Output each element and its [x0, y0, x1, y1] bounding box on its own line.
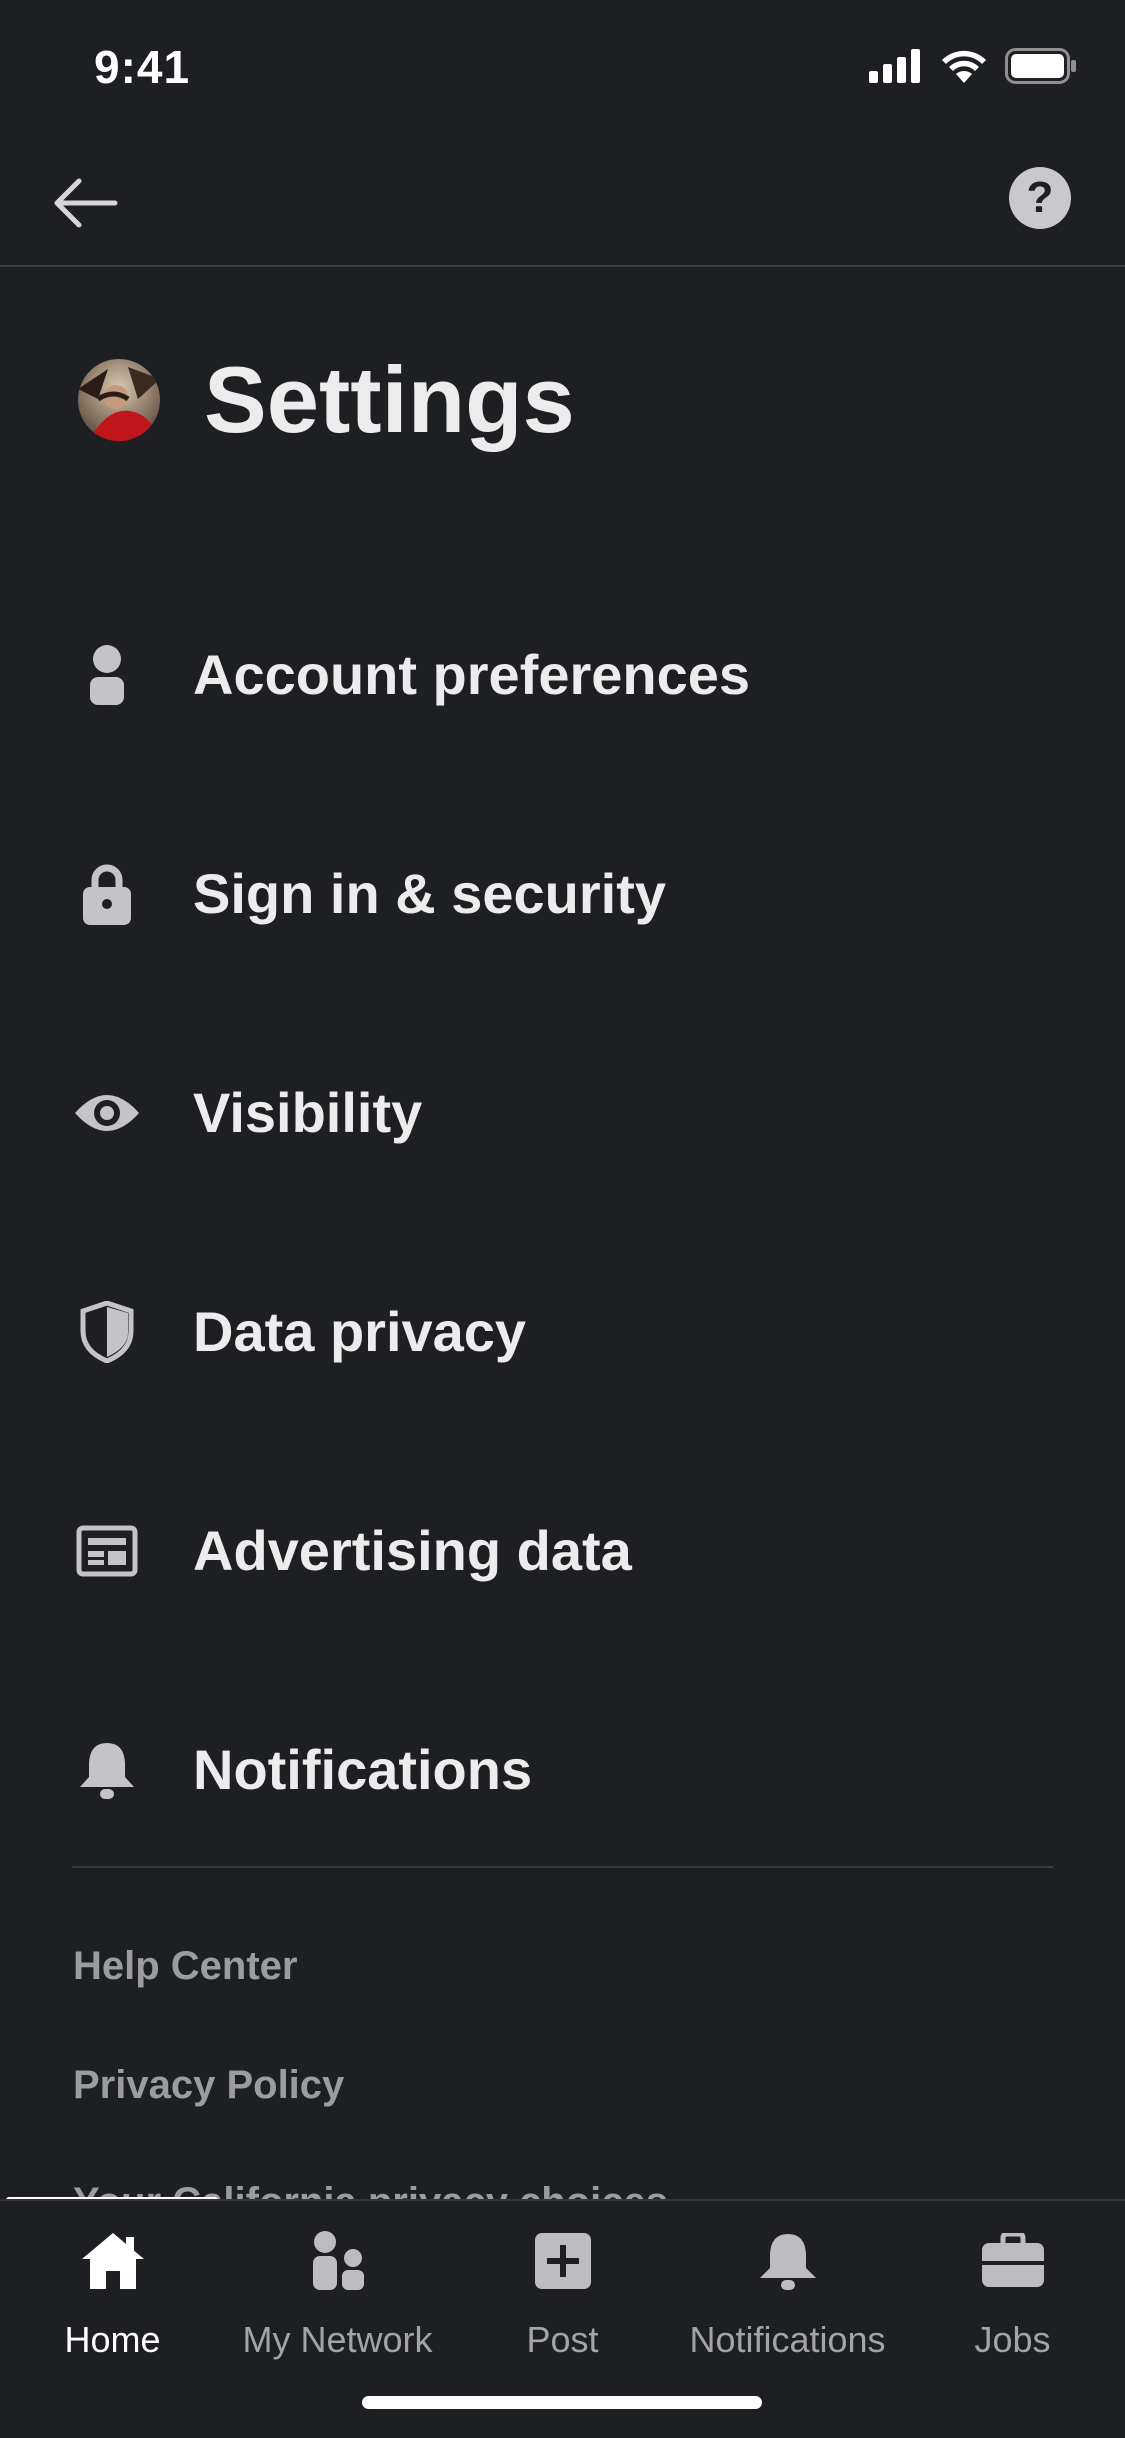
post-icon — [450, 2221, 675, 2301]
briefcase-icon — [900, 2221, 1125, 2301]
nav-tab-home[interactable]: Home — [0, 2221, 225, 2381]
nav-label-my-network: My Network — [242, 2319, 433, 2360]
nav-label-notifications: Notifications — [689, 2319, 886, 2360]
menu-item-sign-in-security[interactable]: Sign in & security — [0, 784, 1125, 1003]
top-navigation-bar: ? — [0, 140, 1125, 267]
status-bar: 9:41 — [0, 0, 1125, 140]
help-center-link[interactable]: Help Center — [73, 1944, 298, 1989]
eye-icon — [72, 1078, 142, 1148]
wifi-icon — [942, 50, 986, 83]
lock-icon — [72, 859, 142, 929]
help-button[interactable]: ? — [1009, 167, 1071, 229]
menu-label-account-preferences: Account preferences — [193, 643, 751, 706]
section-divider — [72, 1866, 1053, 1868]
settings-header: Settings — [78, 340, 575, 460]
menu-item-visibility[interactable]: Visibility — [0, 1003, 1125, 1222]
avatar[interactable] — [78, 359, 160, 441]
menu-label-visibility: Visibility — [193, 1081, 423, 1144]
shield-icon — [72, 1297, 142, 1367]
bell-icon — [675, 2221, 900, 2301]
menu-label-notifications: Notifications — [193, 1738, 533, 1801]
avatar-image — [78, 359, 160, 441]
help-icon: ? — [1026, 173, 1054, 222]
nav-label-post: Post — [526, 2319, 599, 2360]
network-icon — [225, 2221, 450, 2301]
menu-item-data-privacy[interactable]: Data privacy — [0, 1222, 1125, 1441]
status-time: 9:41 — [94, 41, 191, 93]
menu-item-notifications[interactable]: Notifications — [0, 1660, 1125, 1879]
menu-label-advertising-data: Advertising data — [193, 1519, 632, 1582]
nav-tab-notifications[interactable]: Notifications — [675, 2221, 900, 2381]
settings-menu: Account preferences Sign in & security V… — [0, 565, 1125, 1879]
home-indicator — [362, 2396, 762, 2409]
page-title: Settings — [204, 347, 575, 452]
cellular-signal-icon — [869, 49, 920, 83]
menu-item-account-preferences[interactable]: Account preferences — [0, 565, 1125, 784]
nav-tab-my-network[interactable]: My Network — [225, 2221, 450, 2381]
status-icons — [869, 48, 1077, 84]
nav-tab-post[interactable]: Post — [450, 2221, 675, 2381]
back-button[interactable] — [44, 168, 124, 238]
privacy-policy-link[interactable]: Privacy Policy — [73, 2063, 344, 2108]
nav-tab-jobs[interactable]: Jobs — [900, 2221, 1125, 2381]
person-icon — [72, 640, 142, 710]
nav-label-jobs: Jobs — [974, 2319, 1051, 2360]
menu-label-sign-in-security: Sign in & security — [193, 862, 666, 925]
back-arrow-icon — [54, 178, 118, 228]
battery-icon — [1005, 48, 1076, 84]
nav-label-home: Home — [64, 2319, 161, 2360]
home-icon — [0, 2221, 225, 2301]
ad-card-icon — [72, 1516, 142, 1586]
menu-label-data-privacy: Data privacy — [193, 1300, 527, 1363]
menu-item-advertising-data[interactable]: Advertising data — [0, 1441, 1125, 1660]
bell-icon — [72, 1735, 142, 1805]
